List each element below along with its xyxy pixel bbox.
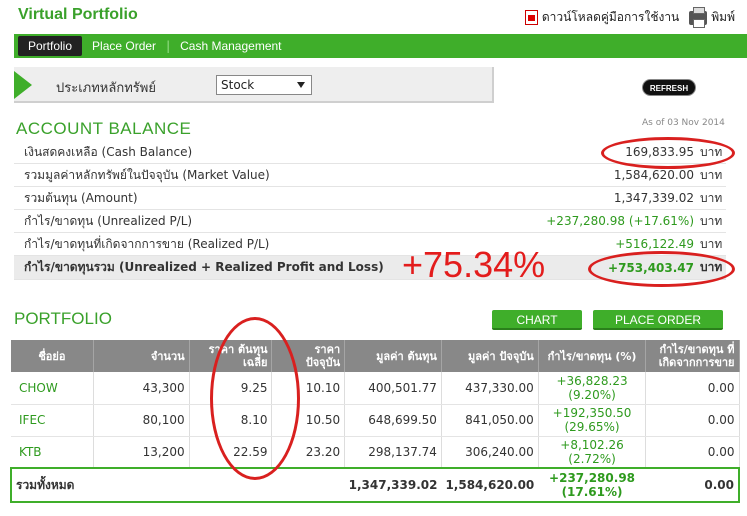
table-row: CHOW 43,300 9.25 10.10 400,501.77 437,33… — [11, 372, 740, 405]
amount-row: รวมต้นทุน (Amount) 1,347,339.02 บาท — [14, 187, 726, 210]
pl-cell: +192,350.50 (29.65%) — [538, 404, 647, 437]
tab-cash-management[interactable]: Cash Management — [170, 34, 291, 58]
market-value-row: รวมมูลค่าหลักทรัพย์ในปัจจุบัน (Market Va… — [14, 164, 726, 187]
market-value-cell: 306,240.00 — [441, 436, 539, 469]
total-pl-cell: +237,280.98 (17.61%) — [538, 467, 646, 503]
cost-value-cell: 648,699.50 — [344, 404, 442, 437]
col-market-value[interactable]: มูลค่า ปัจจุบัน — [441, 340, 539, 372]
cost-value-cell: 400,501.77 — [344, 372, 442, 405]
annotation-ellipse-cash — [601, 137, 735, 169]
tab-portfolio[interactable]: Portfolio — [18, 36, 83, 56]
account-balance-title: ACCOUNT BALANCE — [16, 119, 192, 138]
chevron-down-icon — [297, 82, 305, 88]
place-order-button[interactable]: PLACE ORDER — [593, 310, 723, 330]
security-type-filter: ประเภทหลักทรัพย์ Stock — [14, 67, 494, 103]
cost-value-cell: 298,137.74 — [344, 436, 442, 469]
realized-cell: 0.00 — [645, 404, 740, 437]
pdf-icon — [524, 10, 538, 25]
amount-label: รวมต้นทุน (Amount) — [24, 190, 138, 205]
refresh-button[interactable]: REFRESH — [642, 79, 696, 96]
market-value-label: รวมมูลค่าหลักทรัพย์ในปัจจุบัน (Market Va… — [24, 167, 270, 182]
pl-percent: (2.72%) — [568, 451, 616, 466]
arrow-marker-icon — [14, 71, 32, 99]
realized-cell: 0.00 — [645, 436, 740, 469]
app-title: Virtual Portfolio — [18, 6, 138, 23]
annotation-ellipse-total — [588, 251, 735, 287]
print-link[interactable]: พิมพ์ — [689, 6, 735, 28]
col-pl[interactable]: กำไร/ขาดทุน (%) — [538, 340, 647, 372]
total-pl-amount: +237,280.98 — [549, 471, 636, 485]
symbol-link[interactable]: CHOW — [11, 372, 94, 405]
table-header-row: ชื่อย่อ จำนวน ราคา ต้นทุนเฉลี่ย ราคา ปัจ… — [11, 340, 740, 372]
pl-cell: +8,102.26 (2.72%) — [538, 436, 647, 469]
market-value-value: 1,584,620.00 — [613, 168, 694, 182]
download-manual-label: ดาวน์โหลดคู่มือการใช้งาน — [541, 10, 680, 24]
pl-amount: +192,350.50 — [552, 406, 632, 420]
pl-amount: +8,102.26 — [560, 437, 624, 452]
total-label: รวมทั้งหมด — [10, 467, 345, 503]
printer-icon — [689, 6, 708, 28]
portfolio-title: PORTFOLIO — [14, 309, 112, 328]
pl-percent: (29.65%) — [564, 420, 620, 434]
tab-place-order[interactable]: Place Order — [82, 34, 166, 58]
table-row: IFEC 80,100 8.10 10.50 648,699.50 841,05… — [11, 404, 740, 437]
total-market-value: 1,584,620.00 — [441, 467, 539, 503]
table-row: KTB 13,200 22.59 23.20 298,137.74 306,24… — [11, 436, 740, 469]
pl-amount: +36,828.23 — [556, 373, 628, 388]
pl-percent: (9.20%) — [568, 387, 616, 402]
market-value-cell: 841,050.00 — [441, 404, 539, 437]
security-type-value: Stock — [221, 78, 255, 92]
qty-cell: 80,100 — [93, 404, 190, 437]
symbol-link[interactable]: KTB — [11, 436, 94, 469]
total-pl-percent: (17.61%) — [561, 485, 623, 499]
total-cost-value: 1,347,339.02 — [344, 467, 442, 503]
security-type-select[interactable]: Stock — [216, 75, 312, 95]
as-of-date: As of 03 Nov 2014 — [642, 118, 725, 128]
cash-balance-label: เงินสดคงเหลือ (Cash Balance) — [24, 144, 193, 159]
portfolio-table: ชื่อย่อ จำนวน ราคา ต้นทุนเฉลี่ย ราคา ปัจ… — [10, 340, 741, 503]
download-manual-link[interactable]: ดาวน์โหลดคู่มือการใช้งาน — [524, 8, 680, 27]
main-nav: Portfolio Place Order | Cash Management — [14, 34, 747, 58]
pl-cell: +36,828.23 (9.20%) — [538, 372, 647, 405]
unit-label: บาท — [700, 190, 723, 205]
market-value-cell: 437,330.00 — [441, 372, 539, 405]
security-type-label: ประเภทหลักทรัพย์ — [56, 81, 156, 96]
amount-value: 1,347,339.02 — [613, 191, 694, 205]
symbol-link[interactable]: IFEC — [11, 404, 94, 437]
print-label: พิมพ์ — [711, 10, 735, 24]
col-symbol[interactable]: ชื่อย่อ — [11, 340, 94, 372]
realized-cell: 0.00 — [645, 372, 740, 405]
unit-label: บาท — [700, 213, 723, 228]
unrealized-pl-label: กำไร/ขาดทุน (Unrealized P/L) — [24, 213, 193, 228]
qty-cell: 13,200 — [93, 436, 190, 469]
top-links: ดาวน์โหลดคู่มือการใช้งาน พิมพ์ — [524, 6, 735, 28]
unit-label: บาท — [700, 236, 723, 251]
qty-cell: 43,300 — [93, 372, 190, 405]
total-realized: 0.00 — [645, 467, 741, 503]
col-realized[interactable]: กำไร/ขาดทุน ที่ เกิดจากการขาย — [645, 340, 740, 372]
annotation-ellipse-avg-cost — [210, 317, 300, 480]
annotation-percent: +75.34% — [402, 244, 546, 285]
col-quantity[interactable]: จำนวน — [93, 340, 190, 372]
unrealized-pl-value: +237,280.98 (+17.61%) — [546, 214, 694, 228]
col-cost-value[interactable]: มูลค่า ต้นทุน — [344, 340, 442, 372]
unrealized-pl-row: กำไร/ขาดทุน (Unrealized P/L) +237,280.98… — [14, 210, 726, 233]
total-row: รวมทั้งหมด 1,347,339.02 1,584,620.00 +23… — [10, 467, 741, 503]
chart-button[interactable]: CHART — [492, 310, 582, 330]
unit-label: บาท — [700, 167, 723, 182]
realized-pl-row: กำไร/ขาดทุนที่เกิดจากการขาย (Realized P/… — [14, 233, 726, 256]
